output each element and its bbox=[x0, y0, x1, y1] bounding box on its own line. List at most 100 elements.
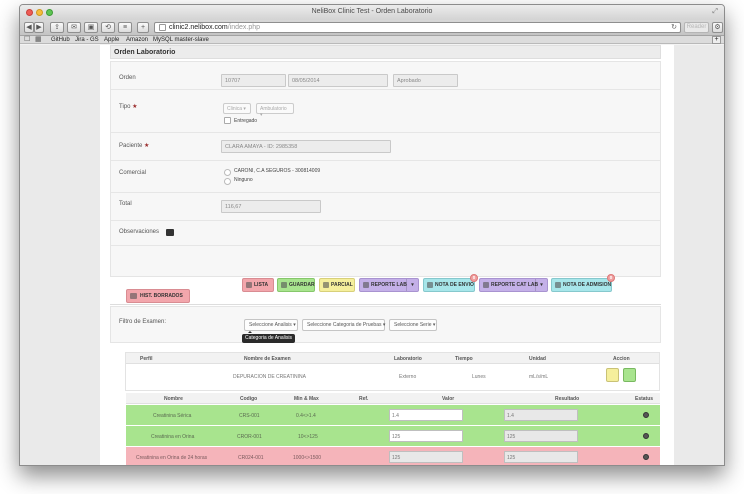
tabs-icon[interactable]: ▣ bbox=[84, 22, 98, 33]
browser-toolbar: ◀ ▶ ⇪ ✉ ▣ ⟲ ≡ + clinic2.nelibox.com/inde… bbox=[20, 20, 724, 36]
nota-admision-button[interactable]: NOTA DE ADMISION 0 bbox=[551, 274, 615, 292]
table-row: Creatinina en Orina de 24 horas CR024-00… bbox=[126, 447, 660, 465]
col-minmax: Min & Max bbox=[294, 396, 319, 402]
chevron-down-icon[interactable]: ▾ bbox=[406, 279, 418, 291]
reading-list-icon[interactable]: ☐ bbox=[24, 36, 30, 44]
tipo-select-2[interactable]: Ambulatorio ▾ bbox=[256, 103, 294, 118]
resultado-field: 1.4 bbox=[504, 409, 578, 421]
list-icon bbox=[246, 282, 252, 288]
result-codigo: CR024-001 bbox=[238, 455, 264, 461]
forward-icon[interactable]: ▶ bbox=[34, 22, 44, 33]
gear-icon[interactable]: ⚙ bbox=[712, 22, 723, 33]
comercial-radio-ninguno[interactable] bbox=[224, 178, 231, 185]
required-icon: ★ bbox=[144, 143, 150, 149]
exam-tiempo: Lunes bbox=[472, 374, 486, 380]
add-tab-icon[interactable]: + bbox=[137, 22, 149, 33]
orden-label: Orden bbox=[119, 75, 136, 81]
paciente-label: Paciente ★ bbox=[119, 143, 150, 149]
sidebar-icon[interactable]: ≡ bbox=[118, 22, 132, 33]
valor-input[interactable]: 125 bbox=[389, 430, 463, 442]
exam-nombre: DEPURACION DE CREATININA bbox=[233, 374, 306, 380]
exam-unidad: mL/s/mL bbox=[529, 374, 549, 380]
col-codigo: Codigo bbox=[240, 396, 258, 402]
check-icon bbox=[281, 282, 287, 288]
col-valor: Valor bbox=[442, 396, 455, 402]
col-nombre-examen: Nombre de Examen bbox=[244, 356, 291, 362]
comment-icon[interactable] bbox=[606, 368, 619, 382]
exam-laboratorio: Externo bbox=[399, 374, 417, 380]
comercial-option-ninguno: Ninguno bbox=[234, 177, 253, 183]
save-result-icon[interactable] bbox=[623, 368, 636, 382]
reader-button[interactable]: Reader bbox=[684, 22, 709, 33]
guardar-button[interactable]: GUARDAR bbox=[277, 278, 315, 292]
admission-icon bbox=[555, 282, 561, 288]
chevron-down-icon[interactable]: ▾ bbox=[535, 279, 547, 291]
bookmark-apple[interactable]: Apple bbox=[104, 36, 119, 44]
send-icon bbox=[427, 282, 433, 288]
lista-button[interactable]: LISTA bbox=[242, 278, 274, 292]
col-nombre: Nombre bbox=[164, 396, 183, 402]
history-icon[interactable]: ⟲ bbox=[101, 22, 115, 33]
orden-status-field: Aprobado bbox=[393, 74, 458, 87]
result-minmax: 1000<>1500 bbox=[293, 455, 322, 461]
select-categoria[interactable]: Seleccione Categoria de Pruebas ▾ bbox=[302, 319, 385, 331]
bookmark-icon[interactable]: ✉ bbox=[67, 22, 81, 33]
status-icon bbox=[643, 412, 649, 418]
valor-input[interactable]: 125 bbox=[389, 451, 463, 463]
bookmark-mysql[interactable]: MySQL master-slave bbox=[153, 36, 209, 44]
entregado-label: Entregado bbox=[234, 118, 258, 124]
exam-table: Perfil Nombre de Examen Laboratorio Tiem… bbox=[125, 352, 660, 391]
top-sites-icon[interactable]: ▦ bbox=[35, 36, 42, 44]
observaciones-toggle-icon[interactable] bbox=[166, 229, 174, 236]
status-icon bbox=[643, 454, 649, 460]
col-estatus: Estatus bbox=[635, 396, 654, 402]
url-path: /index.php bbox=[227, 24, 261, 31]
results-table-header: Nombre Codigo Min & Max Ref. Valor Resul… bbox=[126, 393, 660, 404]
comercial-radio-caroni[interactable] bbox=[224, 169, 231, 176]
address-bar[interactable]: clinic2.nelibox.com/index.php ↻ bbox=[154, 22, 681, 33]
observaciones-label: Observaciones bbox=[119, 229, 160, 235]
hist-borrados-tab[interactable]: HIST. BORRADOS bbox=[126, 289, 190, 303]
reporte-lab-button[interactable]: REPORTE LAB ▾ bbox=[359, 278, 419, 292]
fullscreen-icon[interactable]: ⤢ bbox=[712, 8, 718, 16]
reporte-cat-lab-button[interactable]: REPORTE CAT LAB ▾ bbox=[479, 278, 548, 292]
back-icon[interactable]: ◀ bbox=[24, 22, 34, 33]
table-row: Creatinina Sérica CRS-001 0.4<>1.4 1.4 1… bbox=[126, 405, 660, 425]
table-row: Creatinina en Orina CROR-001 10<>125 125… bbox=[126, 426, 660, 446]
valor-input[interactable]: 1.4 bbox=[389, 409, 463, 421]
entregado-checkbox[interactable] bbox=[224, 117, 231, 124]
result-nombre: Creatinina Sérica bbox=[153, 413, 192, 419]
col-laboratorio: Laboratorio bbox=[394, 356, 422, 362]
content-sheet: Orden Laboratorio Orden 10707 08/05/2014… bbox=[100, 45, 674, 465]
tipo-label: Tipo ★ bbox=[119, 104, 138, 110]
share-icon[interactable]: ⇪ bbox=[50, 22, 64, 33]
result-minmax: 0.4<>1.4 bbox=[296, 413, 316, 419]
url-host: clinic2.nelibox.com bbox=[169, 24, 228, 31]
bookmark-github[interactable]: GitHub bbox=[51, 36, 70, 44]
result-nombre: Creatinina en Orina de 24 horas bbox=[136, 455, 208, 461]
filter-label: Filtro de Examen: bbox=[119, 319, 167, 325]
nota-envio-button[interactable]: NOTA DE ENVIO 0 bbox=[423, 274, 478, 292]
page-icon bbox=[159, 24, 166, 31]
col-perfil: Perfil bbox=[140, 356, 153, 362]
nota-envio-badge: 0 bbox=[470, 274, 478, 282]
resultado-field: 125 bbox=[504, 430, 578, 442]
page-viewport: Orden Laboratorio Orden 10707 08/05/2014… bbox=[20, 45, 724, 465]
bookmark-amazon[interactable]: Amazon bbox=[126, 36, 148, 44]
tipo-select-1[interactable]: Clinica ▾ bbox=[223, 103, 251, 114]
select-serie[interactable]: Seleccione Serie ▾ bbox=[389, 319, 437, 331]
bookmark-jira[interactable]: Jira - GS bbox=[75, 36, 99, 44]
select-analisis[interactable]: Seleccione Analisis ▾ bbox=[244, 319, 298, 331]
status-icon bbox=[643, 433, 649, 439]
order-form: Orden 10707 08/05/2014 Aprobado Tipo ★ C… bbox=[110, 61, 661, 277]
paciente-field[interactable]: CLARA AMAYA - ID: 2985358 bbox=[221, 140, 391, 153]
new-tab-icon[interactable]: + bbox=[712, 36, 721, 44]
parcial-button[interactable]: PARCIAL bbox=[319, 278, 355, 292]
col-tiempo: Tiempo bbox=[455, 356, 473, 362]
tooltip: Categoria de Analisis bbox=[242, 331, 295, 343]
comercial-label: Comercial bbox=[119, 170, 147, 176]
trash-icon bbox=[130, 293, 137, 299]
result-codigo: CROR-001 bbox=[237, 434, 262, 440]
reload-icon[interactable]: ↻ bbox=[671, 23, 677, 32]
window-title: NeliBox Clinic Test - Orden Laboratorio bbox=[311, 8, 433, 15]
